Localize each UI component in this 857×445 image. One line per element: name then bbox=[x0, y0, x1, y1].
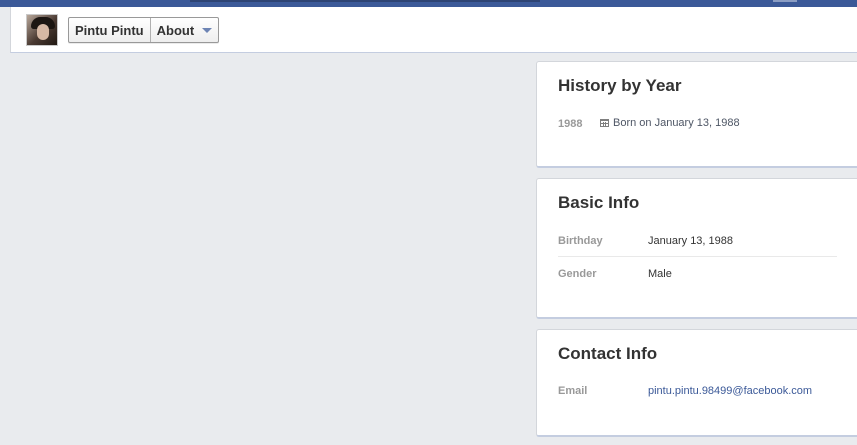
profile-header: Pintu Pintu About bbox=[10, 7, 857, 53]
top-bar-icons-remnant bbox=[773, 0, 797, 2]
top-bar bbox=[0, 0, 857, 7]
basic-info-title: Basic Info bbox=[558, 193, 640, 212]
breadcrumb-profile-name[interactable]: Pintu Pintu bbox=[69, 18, 151, 42]
contact-info-title: Contact Info bbox=[558, 344, 658, 363]
profile-name-label: Pintu Pintu bbox=[75, 22, 144, 38]
calendar-icon bbox=[600, 119, 609, 127]
breadcrumb: Pintu Pintu About bbox=[68, 17, 220, 43]
history-event: Born on January 13, 1988 bbox=[600, 117, 740, 129]
chevron-down-icon bbox=[202, 27, 213, 33]
email-label: Email bbox=[558, 385, 588, 397]
history-event-text: Born on January 13, 1988 bbox=[613, 117, 740, 129]
section-label: About bbox=[156, 22, 195, 38]
gender-value: Male bbox=[648, 268, 672, 280]
history-card-title: History by Year bbox=[558, 76, 682, 95]
breadcrumb-section-dropdown[interactable]: About bbox=[151, 18, 219, 42]
profile-avatar[interactable] bbox=[26, 14, 58, 46]
basic-info-divider bbox=[558, 256, 837, 257]
contact-info-card: Contact Info Email pintu.pintu.98499@fac… bbox=[536, 329, 857, 437]
basic-info-card: Basic Info Birthday January 13, 1988 Gen… bbox=[536, 178, 857, 319]
avatar-face bbox=[37, 24, 49, 40]
history-year: 1988 bbox=[558, 118, 583, 130]
email-link[interactable]: pintu.pintu.98499@facebook.com bbox=[648, 385, 812, 397]
top-bar-search-strip bbox=[190, 0, 540, 2]
gender-label: Gender bbox=[558, 268, 597, 280]
birthday-value: January 13, 1988 bbox=[648, 235, 734, 247]
birthday-label: Birthday bbox=[558, 235, 603, 247]
history-by-year-card: History by Year 1988 Born on January 13,… bbox=[536, 61, 857, 168]
